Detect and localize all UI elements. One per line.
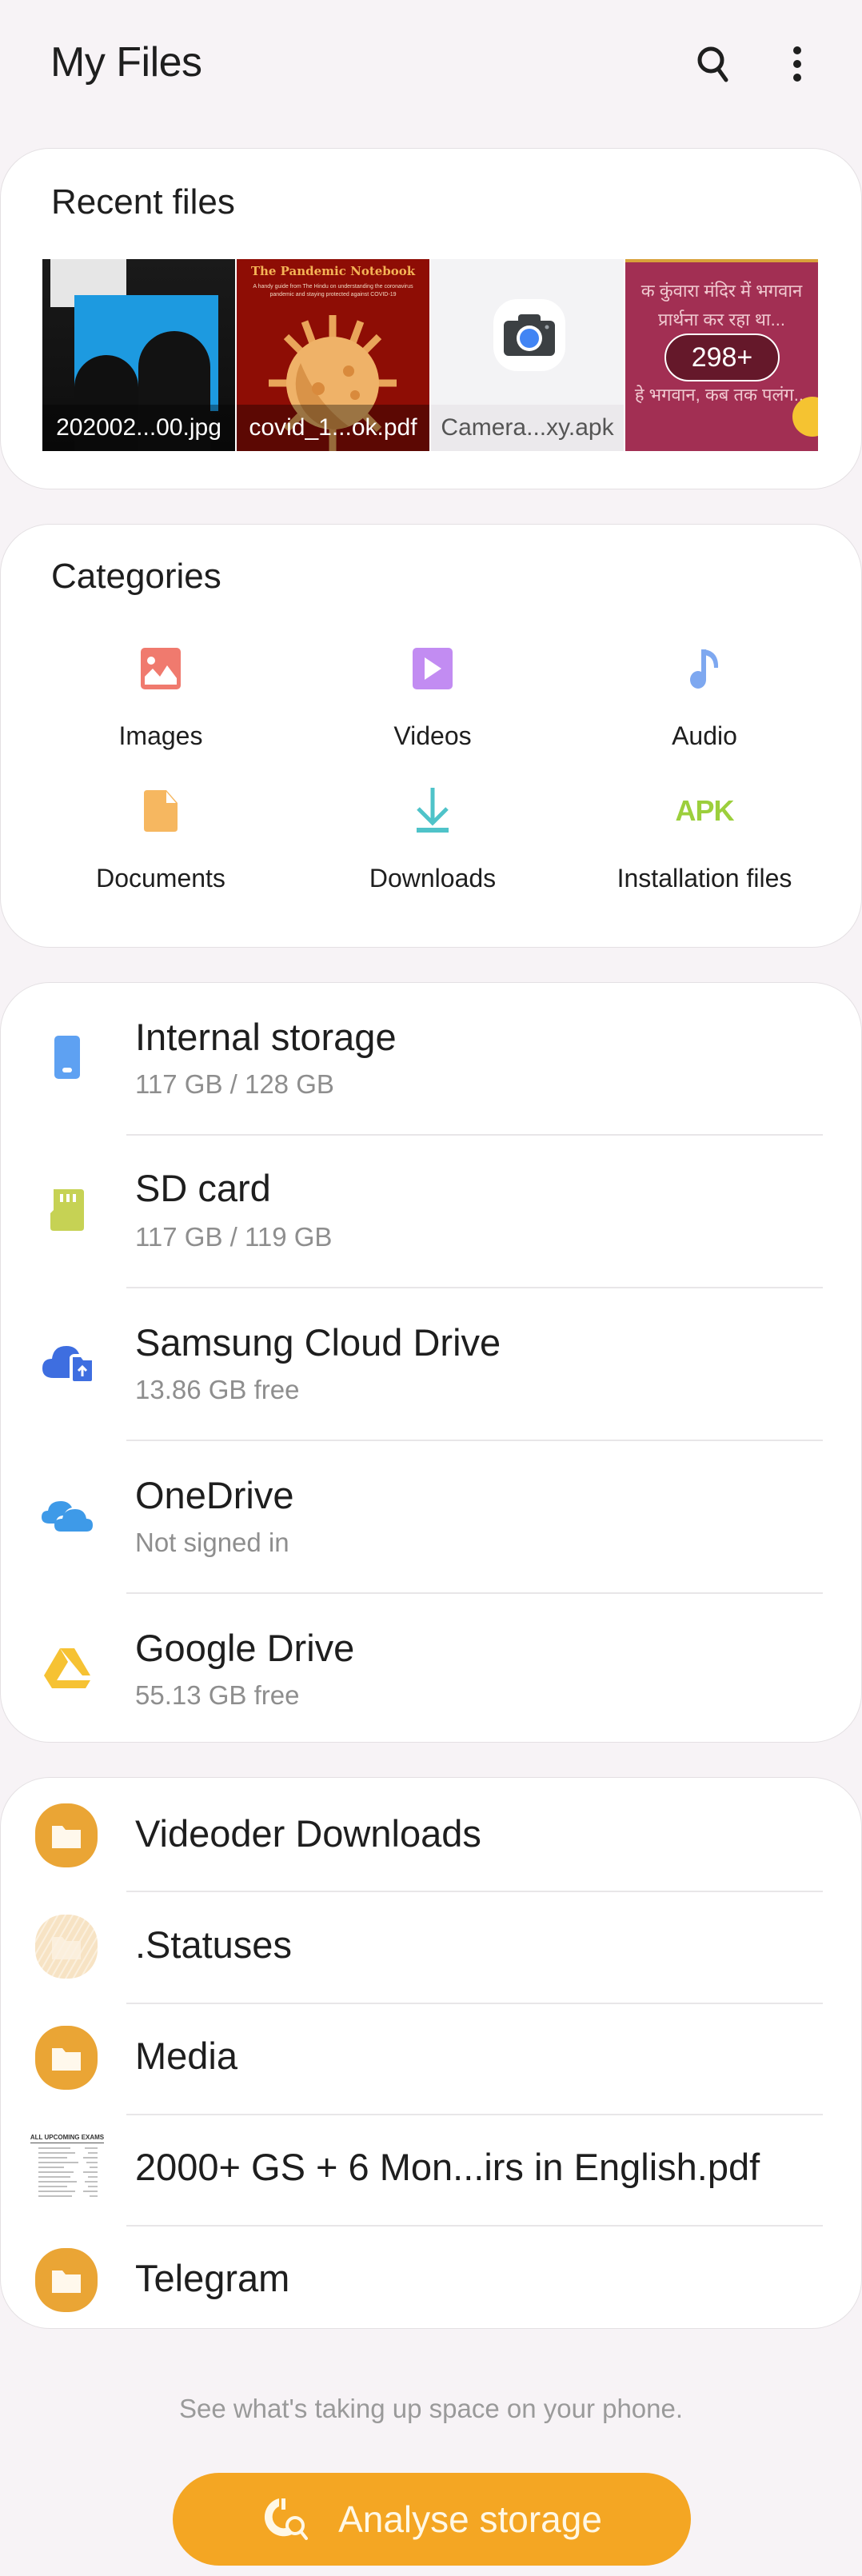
pdf-cover-subtitle: A handy guide from The Hindu on understa… xyxy=(253,284,413,298)
camera-app-icon xyxy=(493,299,565,371)
storage-card: Internal storage 117 GB / 128 GB SD card… xyxy=(0,982,862,1743)
storage-detail: 55.13 GB free xyxy=(135,1680,300,1710)
more-options-button[interactable] xyxy=(773,40,821,88)
pdf-cover-title: The Pandemic Notebook xyxy=(250,264,416,278)
folder-name: Videoder Downloads xyxy=(135,1812,481,1855)
analyse-storage-label: Analyse storage xyxy=(338,2498,602,2540)
more-count-badge: 298+ xyxy=(664,333,780,381)
category-audio[interactable]: Audio xyxy=(569,645,840,765)
storage-onedrive[interactable]: OneDrive Not signed in xyxy=(1,1441,862,1594)
recent-file-thumbnail[interactable]: The Pandemic Notebook A handy guide from… xyxy=(237,259,429,451)
image-icon xyxy=(137,645,185,693)
apk-icon-text: APK xyxy=(675,794,735,827)
quick-access-card: Videoder Downloads .Statuses Media ALL U… xyxy=(0,1777,862,2329)
recent-file-thumbnail[interactable]: 202002...00.jpg xyxy=(42,259,235,451)
folder-name: .Statuses xyxy=(135,1923,292,1966)
analyse-hint: See what's taking up space on your phone… xyxy=(178,2394,684,2423)
preview-text: क कुंवारा मंदिर में भगवान xyxy=(641,281,803,301)
folder-icon xyxy=(34,2248,98,2312)
more-vert-icon xyxy=(793,46,801,82)
category-label: Documents xyxy=(96,864,225,893)
folder-item[interactable]: .Statuses xyxy=(1,1892,862,2004)
storage-samsung-cloud[interactable]: Samsung Cloud Drive 13.86 GB free xyxy=(1,1288,862,1441)
storage-name: Google Drive xyxy=(135,1627,355,1669)
document-icon xyxy=(137,787,185,835)
analyse-storage-icon xyxy=(264,2498,309,2540)
recent-file-thumbnail[interactable]: Camera...xy.apk xyxy=(431,259,624,451)
apk-icon: APK xyxy=(676,787,735,835)
category-label: Videos xyxy=(393,721,472,750)
search-icon xyxy=(697,46,728,82)
preview-text: हे भगवान, कब तक पलंग... xyxy=(634,385,809,405)
app-bar: My Files xyxy=(0,0,862,132)
category-label: Audio xyxy=(672,721,737,750)
phone-storage-icon xyxy=(39,1029,95,1085)
storage-name: OneDrive xyxy=(135,1474,294,1516)
recent-files-list: 202002...00.jpg The Pandemic Notebook A … xyxy=(42,259,818,451)
download-icon xyxy=(409,787,457,835)
storage-detail: Not signed in xyxy=(135,1528,289,1557)
onedrive-icon xyxy=(39,1488,95,1544)
category-label: Downloads xyxy=(369,864,497,893)
recent-files-more[interactable]: क कुंवारा मंदिर में भगवान प्रार्थना कर र… xyxy=(625,259,818,451)
recent-file-name: 202002...00.jpg xyxy=(42,405,235,451)
folder-item[interactable]: Telegram xyxy=(1,2226,862,2330)
category-documents[interactable]: Documents xyxy=(25,787,297,907)
folder-item[interactable]: Media xyxy=(1,2003,862,2115)
category-label: Installation files xyxy=(617,864,792,893)
folder-name: Telegram xyxy=(135,2257,290,2299)
categories-grid: Images Videos Audio Documents Downloads xyxy=(1,645,862,907)
preview-text: प्रार्थना कर रहा था... xyxy=(658,310,785,329)
recent-file-name: covid_1...ok.pdf xyxy=(237,405,429,451)
storage-internal[interactable]: Internal storage 117 GB / 128 GB xyxy=(1,983,862,1136)
categories-title: Categories xyxy=(51,557,221,596)
folder-icon xyxy=(34,2026,98,2090)
recent-files-title: Recent files xyxy=(51,182,235,222)
storage-name: SD card xyxy=(135,1167,271,1209)
pdf-thumbnail-lines xyxy=(38,2147,98,2197)
category-videos[interactable]: Videos xyxy=(297,645,569,765)
video-icon xyxy=(409,645,457,693)
storage-detail: 117 GB / 128 GB xyxy=(135,1069,334,1099)
storage-name: Internal storage xyxy=(135,1016,397,1058)
folder-item[interactable]: Videoder Downloads xyxy=(1,1778,862,1892)
storage-name: Samsung Cloud Drive xyxy=(135,1321,501,1364)
pdf-thumbnail-title: ALL UPCOMING EXAMS xyxy=(30,2134,105,2143)
file-name: 2000+ GS + 6 Mon...irs in English.pdf xyxy=(135,2146,760,2188)
page-title: My Files xyxy=(50,39,202,86)
storage-detail: 13.86 GB free xyxy=(135,1375,300,1404)
analyse-storage-button[interactable]: Analyse storage xyxy=(173,2473,691,2566)
music-note-icon xyxy=(680,645,728,693)
category-images[interactable]: Images xyxy=(25,645,297,765)
storage-sd-card[interactable]: SD card 117 GB / 119 GB xyxy=(1,1136,862,1288)
categories-card: Categories Images Videos Audio Documents xyxy=(0,524,862,948)
recent-file-name: Camera...xy.apk xyxy=(431,405,624,451)
folder-icon xyxy=(34,1803,98,1867)
category-downloads[interactable]: Downloads xyxy=(297,787,569,907)
storage-google-drive[interactable]: Google Drive 55.13 GB free xyxy=(1,1594,862,1746)
storage-detail: 117 GB / 119 GB xyxy=(135,1222,333,1252)
samsung-cloud-icon xyxy=(39,1335,95,1391)
hidden-folder-icon xyxy=(34,1915,98,1979)
category-label: Images xyxy=(118,721,203,750)
sd-card-icon xyxy=(39,1182,95,1238)
folder-name: Media xyxy=(135,2035,238,2077)
category-installation-files[interactable]: APK Installation files xyxy=(569,787,840,907)
search-button[interactable] xyxy=(689,40,737,88)
google-drive-icon xyxy=(39,1640,95,1696)
recent-files-card: Recent files 202002...00.jpg The Pandemi… xyxy=(0,148,862,489)
file-item[interactable]: ALL UPCOMING EXAMS 2000+ GS + 6 Mon...ir… xyxy=(1,2115,862,2227)
pdf-thumbnail: ALL UPCOMING EXAMS xyxy=(30,2129,105,2209)
